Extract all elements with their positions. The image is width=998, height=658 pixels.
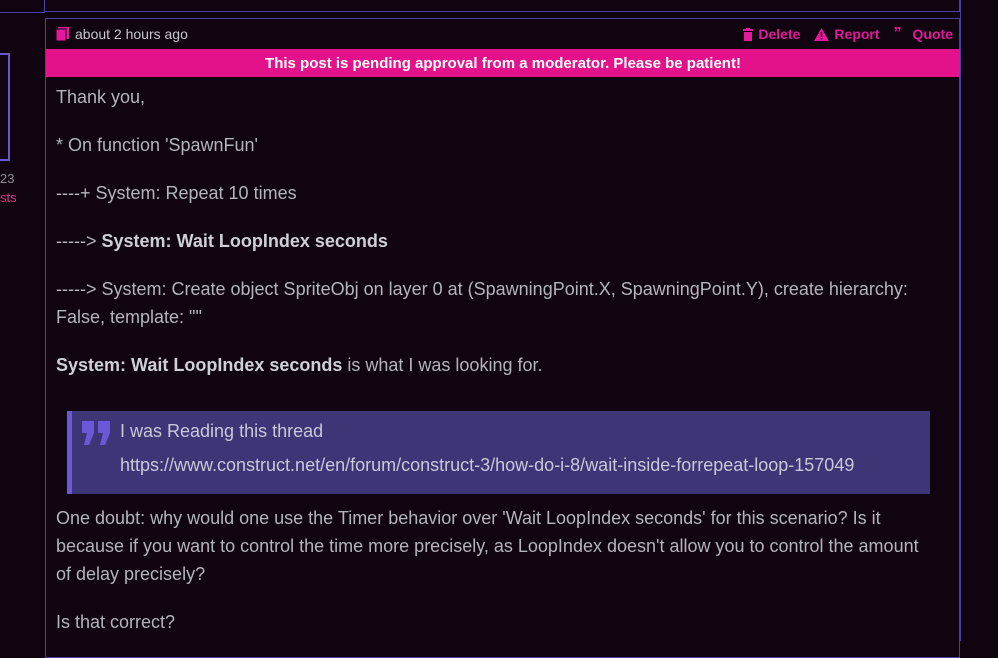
body-line-function: * On function 'SpawnFun': [56, 135, 258, 155]
quote-mark-icon: [82, 421, 110, 445]
book-icon: [56, 27, 69, 41]
quote-text: I was Reading this thread: [120, 421, 324, 441]
delete-label: Delete: [758, 26, 801, 42]
quote-label: Quote: [912, 26, 953, 42]
forum-post: about 2 hours ago Delete Report ” Quote …: [45, 18, 960, 658]
body-line-looking-bold: System: Wait LoopIndex seconds: [56, 355, 343, 375]
delete-button[interactable]: Delete: [743, 26, 800, 42]
post-body: Thank you, * On function 'SpawnFun' ----…: [56, 83, 936, 399]
body-line-wait-bold: System: Wait LoopIndex seconds: [101, 231, 388, 251]
post-actions: Delete Report ” Quote: [743, 25, 953, 43]
sidebar-top-rule: [0, 0, 45, 13]
body-line-looking-rest: is what I was looking for.: [342, 355, 543, 375]
sidebar-join-date: 23: [0, 171, 15, 186]
right-divider: [960, 0, 961, 641]
body-para-question: Is that correct?: [56, 612, 176, 632]
body-line-repeat: ----+ System: Repeat 10 times: [56, 183, 297, 203]
report-button[interactable]: Report: [814, 26, 880, 42]
sidebar-posts-link[interactable]: sts: [0, 190, 17, 205]
warning-icon: [814, 27, 830, 41]
body-line-wait: -----> System: Wait LoopIndex seconds: [56, 227, 936, 255]
quote-icon: ”: [893, 25, 902, 42]
pending-approval-banner: This post is pending approval from a mod…: [46, 49, 960, 77]
trash-icon: [743, 27, 754, 41]
post-timestamp[interactable]: about 2 hours ago: [56, 26, 188, 42]
quote-button[interactable]: ” Quote: [894, 25, 953, 43]
post-body-continued: One doubt: why would one use the Timer b…: [56, 504, 936, 656]
previous-post-bottom-rule: [45, 0, 960, 12]
body-para-doubt: One doubt: why would one use the Timer b…: [56, 508, 919, 584]
timestamp-text: about 2 hours ago: [75, 26, 188, 42]
body-line-wait-prefix: ----->: [56, 231, 102, 251]
quote-block: I was Reading this thread https://www.co…: [67, 411, 930, 494]
post-header: about 2 hours ago Delete Report ” Quote: [56, 25, 953, 43]
report-label: Report: [834, 26, 880, 42]
quote-link[interactable]: https://www.construct.net/en/forum/const…: [120, 455, 854, 476]
body-line-thanks: Thank you,: [56, 87, 146, 107]
body-line-looking-for: System: Wait LoopIndex seconds is what I…: [56, 351, 936, 379]
body-line-create: -----> System: Create object SpriteObj o…: [56, 279, 908, 327]
sidebar-avatar-frame: [0, 53, 10, 161]
